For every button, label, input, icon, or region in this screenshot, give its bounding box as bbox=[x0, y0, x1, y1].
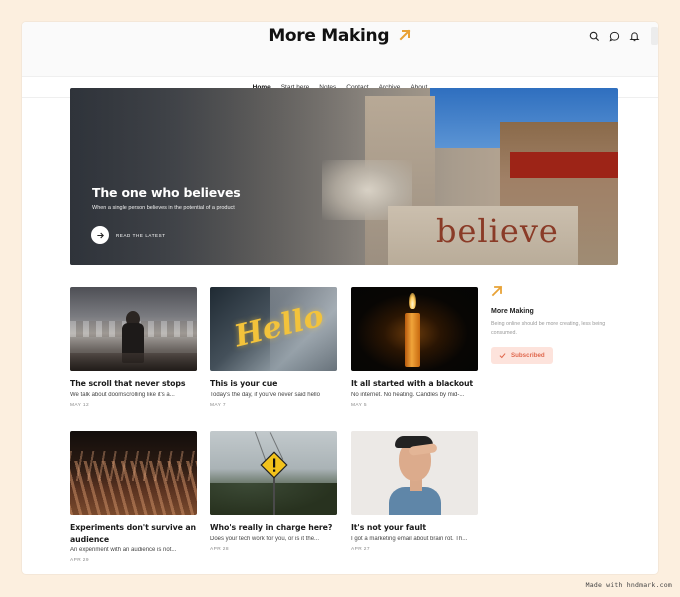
arrow-right-icon bbox=[96, 232, 104, 238]
post-card[interactable]: It all started with a blackout No intern… bbox=[351, 287, 478, 408]
search-icon[interactable] bbox=[588, 30, 601, 43]
page-window: More Making Home Start here Notes Contac… bbox=[22, 22, 658, 574]
post-date: APR 29 bbox=[70, 558, 89, 563]
hero-subtitle: When a single person believes in the pot… bbox=[92, 205, 235, 211]
publication-name: More Making bbox=[491, 308, 534, 315]
bell-icon[interactable] bbox=[628, 30, 641, 43]
post-card[interactable]: Experiments don't survive an audience An… bbox=[70, 431, 197, 563]
subscribe-panel: More Making Being online should be more … bbox=[491, 284, 621, 364]
post-title[interactable]: Experiments don't survive an audience bbox=[70, 522, 197, 545]
post-excerpt: An experiment with an audience is not... bbox=[70, 547, 177, 553]
header-actions bbox=[588, 24, 658, 48]
post-card[interactable]: Who's really in charge here? Does your t… bbox=[210, 431, 337, 552]
hero-title[interactable]: The one who believes bbox=[92, 185, 241, 200]
post-card[interactable]: It's not your fault I got a marketing em… bbox=[351, 431, 478, 552]
post-title[interactable]: It all started with a blackout bbox=[351, 378, 478, 390]
subscribed-label: Subscribed bbox=[511, 352, 545, 359]
post-card[interactable]: Hello This is your cue Today's the day, … bbox=[210, 287, 337, 408]
post-date: MAY 12 bbox=[70, 402, 90, 408]
post-excerpt: I got a marketing email about brain rot.… bbox=[351, 535, 468, 542]
post-thumbnail[interactable] bbox=[351, 287, 478, 371]
hero-red-facade bbox=[510, 152, 618, 178]
post-excerpt: Today's the day, if you've never said he… bbox=[210, 391, 320, 398]
hero-banner[interactable]: believe The one who believes When a sing… bbox=[70, 88, 618, 265]
post-thumbnail[interactable] bbox=[70, 431, 197, 515]
site-header: More Making bbox=[22, 22, 658, 76]
chat-icon[interactable] bbox=[608, 30, 621, 43]
post-date: APR 28 bbox=[210, 546, 229, 552]
check-icon bbox=[499, 353, 506, 359]
post-thumbnail[interactable]: Hello bbox=[210, 287, 337, 371]
post-excerpt: No internet. No heating. Candles by mid-… bbox=[351, 391, 465, 398]
site-title[interactable]: More Making bbox=[268, 24, 389, 48]
post-title[interactable]: The scroll that never stops bbox=[70, 378, 197, 390]
post-title[interactable]: This is your cue bbox=[210, 378, 337, 390]
hero-cta-label[interactable]: READ THE LATEST bbox=[116, 233, 166, 238]
post-title[interactable]: Who's really in charge here? bbox=[210, 522, 337, 534]
post-excerpt: Does your tech work for you, or is it th… bbox=[210, 535, 320, 542]
post-card[interactable]: The scroll that never stops We talk abou… bbox=[70, 287, 197, 408]
arrow-up-right-icon bbox=[399, 29, 411, 41]
post-title[interactable]: It's not your fault bbox=[351, 522, 478, 534]
brand[interactable]: More Making bbox=[22, 24, 658, 48]
subscribed-button[interactable]: Subscribed bbox=[491, 347, 553, 364]
made-with-badge[interactable]: Made with hndmark.com bbox=[586, 581, 672, 589]
post-thumbnail[interactable] bbox=[351, 431, 478, 515]
post-date: MAY 5 bbox=[351, 402, 367, 408]
post-date: APR 27 bbox=[351, 546, 370, 552]
hero-graffiti-word: believe bbox=[436, 212, 559, 250]
post-thumbnail[interactable] bbox=[210, 431, 337, 515]
publication-description: Being online should be more creating, le… bbox=[491, 321, 606, 336]
post-excerpt: We talk about doomscrolling like it's a.… bbox=[70, 391, 175, 398]
post-date: MAY 7 bbox=[210, 402, 226, 408]
hero-read-button[interactable] bbox=[91, 226, 109, 244]
post-thumbnail[interactable] bbox=[70, 287, 197, 371]
hero-overlay bbox=[70, 88, 370, 265]
scrollbar-stub bbox=[651, 27, 658, 45]
arrow-up-right-icon bbox=[491, 285, 503, 297]
